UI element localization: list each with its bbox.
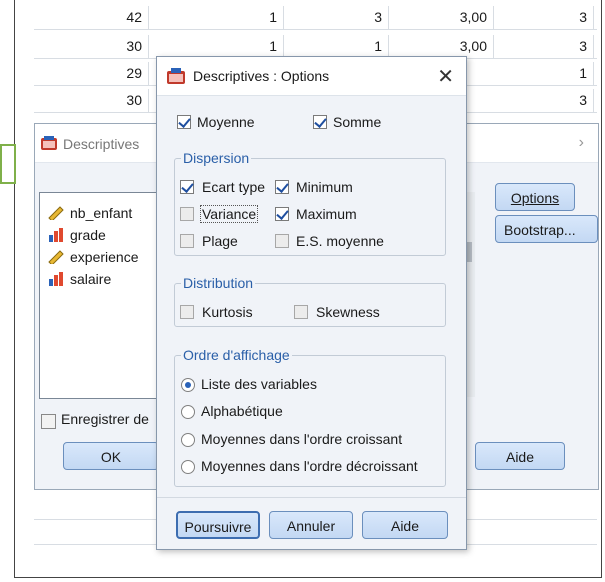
options-button-label: Options bbox=[510, 190, 560, 206]
variance-label: Variance bbox=[200, 205, 259, 223]
radio-ascending-means[interactable] bbox=[181, 433, 195, 447]
help-button[interactable]: Aide bbox=[362, 511, 448, 539]
distribution-group: Distribution Kurtosis Skewness bbox=[174, 275, 446, 327]
radio-alphabetic[interactable] bbox=[181, 405, 195, 419]
variable-name: experience bbox=[70, 249, 139, 265]
se-mean-label: E.S. moyenne bbox=[296, 233, 384, 249]
table-cell[interactable]: 3 bbox=[494, 89, 594, 112]
ruler-icon bbox=[48, 206, 64, 220]
bar-chart-icon bbox=[49, 228, 63, 242]
minimum-label: Minimum bbox=[296, 179, 353, 195]
table-cell[interactable]: 3,00 bbox=[389, 35, 494, 58]
table-row[interactable]: 42 1 3 3,00 3 bbox=[34, 6, 597, 30]
options-titlebar[interactable]: Descriptives : Options ✕ bbox=[157, 57, 466, 96]
variable-list[interactable]: nb_enfant grade experience salaire bbox=[39, 192, 161, 399]
display-order-legend: Ordre d'affichage bbox=[181, 347, 292, 363]
continue-button[interactable]: Poursuivre bbox=[176, 511, 260, 539]
ok-button-label: OK bbox=[100, 449, 122, 465]
app-icon bbox=[167, 68, 185, 84]
se-mean-checkbox[interactable] bbox=[275, 234, 289, 248]
mean-checkbox[interactable] bbox=[177, 115, 191, 129]
kurtosis-label: Kurtosis bbox=[202, 304, 253, 320]
skewness-label: Skewness bbox=[316, 304, 380, 320]
close-icon[interactable]: › bbox=[579, 134, 584, 152]
distribution-legend: Distribution bbox=[181, 275, 256, 291]
table-cell[interactable]: 3 bbox=[494, 35, 594, 58]
maximum-label: Maximum bbox=[296, 206, 357, 222]
sum-label: Somme bbox=[333, 114, 382, 130]
radio-label: Moyennes dans l'ordre croissant bbox=[201, 431, 403, 447]
bootstrap-button[interactable]: Bootstrap... bbox=[495, 215, 598, 243]
options-title: Descriptives : Options bbox=[193, 68, 330, 84]
dispersion-group: Dispersion Ecart type Minimum Variance M… bbox=[174, 150, 446, 256]
app-icon bbox=[41, 136, 57, 150]
variable-name: nb_enfant bbox=[70, 205, 133, 221]
table-cell[interactable]: 3 bbox=[284, 6, 389, 29]
cancel-button[interactable]: Annuler bbox=[269, 511, 353, 539]
table-cell[interactable]: 1 bbox=[149, 35, 284, 58]
continue-button-label: Poursuivre bbox=[184, 519, 252, 535]
table-cell[interactable]: 29 bbox=[34, 62, 149, 85]
variable-name: salaire bbox=[70, 271, 112, 287]
table-cell[interactable]: 1 bbox=[149, 6, 284, 29]
radio-descending-means[interactable] bbox=[181, 460, 195, 474]
minimum-checkbox[interactable] bbox=[275, 180, 289, 194]
options-button[interactable]: Options bbox=[495, 183, 575, 211]
kurtosis-checkbox[interactable] bbox=[180, 305, 194, 319]
table-cell[interactable]: 42 bbox=[34, 6, 149, 29]
std-dev-checkbox[interactable] bbox=[180, 180, 194, 194]
table-cell[interactable]: 1 bbox=[494, 62, 594, 85]
help-button[interactable]: Aide bbox=[475, 442, 565, 470]
help-button-label: Aide bbox=[505, 449, 535, 465]
table-cell[interactable]: 30 bbox=[34, 35, 149, 58]
descriptives-title: Descriptives bbox=[63, 136, 140, 152]
help-button-label: Aide bbox=[390, 518, 420, 534]
dispersion-legend: Dispersion bbox=[181, 150, 252, 166]
range-label: Plage bbox=[202, 233, 238, 249]
ok-button[interactable]: OK bbox=[63, 442, 159, 470]
save-checkbox[interactable] bbox=[41, 414, 56, 429]
table-cell[interactable]: 30 bbox=[34, 89, 149, 112]
table-cell[interactable]: 1 bbox=[284, 35, 389, 58]
variance-checkbox[interactable] bbox=[180, 207, 194, 221]
table-cell[interactable]: 3,00 bbox=[389, 6, 494, 29]
display-order-group: Ordre d'affichage Liste des variables Al… bbox=[174, 347, 446, 487]
range-checkbox[interactable] bbox=[180, 234, 194, 248]
radio-label: Liste des variables bbox=[201, 376, 317, 392]
bootstrap-button-label: Bootstrap... bbox=[504, 222, 576, 238]
radio-label: Moyennes dans l'ordre décroissant bbox=[201, 458, 418, 474]
save-label: Enregistrer de bbox=[61, 411, 149, 427]
cancel-button-label: Annuler bbox=[286, 518, 336, 534]
std-dev-label: Ecart type bbox=[202, 179, 266, 195]
radio-variable-list[interactable] bbox=[181, 378, 195, 392]
maximum-checkbox[interactable] bbox=[275, 207, 289, 221]
variable-name: grade bbox=[70, 227, 106, 243]
sum-checkbox[interactable] bbox=[313, 115, 327, 129]
mean-label: Moyenne bbox=[197, 114, 255, 130]
radio-label: Alphabétique bbox=[201, 403, 283, 419]
highlight-marker bbox=[0, 144, 16, 184]
close-icon[interactable]: ✕ bbox=[437, 64, 454, 89]
options-dialog: Descriptives : Options ✕ Moyenne Somme D… bbox=[156, 56, 467, 550]
ruler-icon bbox=[48, 250, 64, 264]
options-footer: Poursuivre Annuler Aide bbox=[157, 497, 466, 550]
skewness-checkbox[interactable] bbox=[294, 305, 308, 319]
table-cell[interactable]: 3 bbox=[494, 6, 594, 29]
bar-chart-icon bbox=[49, 272, 63, 286]
